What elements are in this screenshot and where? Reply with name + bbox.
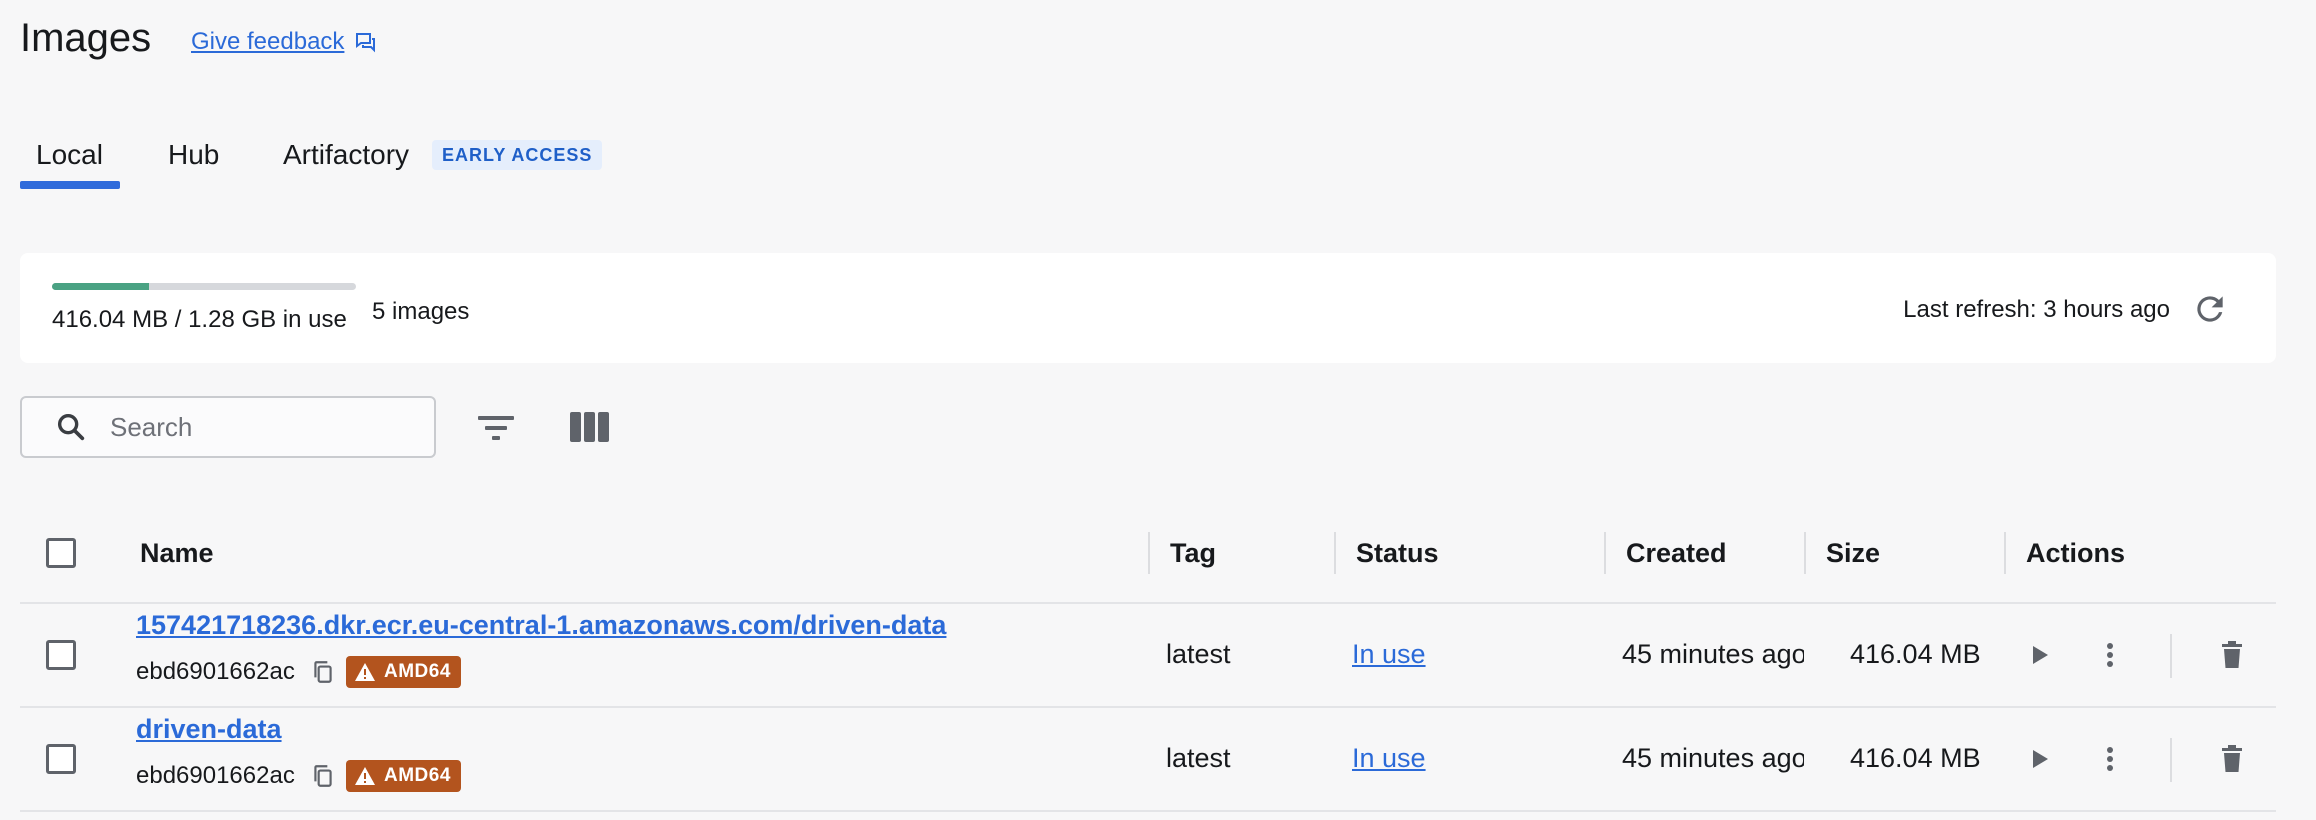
columns-button[interactable] [568, 408, 612, 448]
more-actions-button[interactable] [2090, 739, 2130, 779]
created-cell: 45 minutes ago [1622, 639, 1804, 669]
tag-cell: latest [1166, 639, 1231, 669]
tag-cell: latest [1166, 743, 1231, 773]
status-link[interactable]: In use [1352, 740, 1426, 776]
column-separator[interactable] [2004, 532, 2006, 574]
column-header-tag[interactable]: Tag [1170, 510, 1216, 596]
trash-icon [2222, 745, 2242, 772]
arch-label: AMD64 [384, 661, 451, 682]
row-checkbox[interactable] [46, 744, 76, 774]
warning-icon [355, 663, 375, 681]
image-name-link[interactable]: 157421718236.dkr.ecr.eu-central-1.amazon… [136, 610, 946, 641]
tab-hub[interactable]: Hub [168, 132, 219, 178]
action-separator [2170, 738, 2172, 782]
give-feedback-link[interactable]: Give feedback [191, 28, 378, 56]
arch-label: AMD64 [384, 765, 451, 786]
filter-button[interactable] [472, 408, 520, 448]
disk-usage-bar [52, 283, 356, 290]
more-vert-icon [2107, 747, 2113, 771]
copy-icon[interactable] [310, 658, 336, 686]
size-cell: 416.04 MB [1850, 639, 1981, 669]
column-header-status[interactable]: Status [1356, 510, 1439, 596]
tab-local[interactable]: Local [36, 132, 103, 178]
column-separator[interactable] [1334, 532, 1336, 574]
table-header: Name Tag Status Created Size Actions [0, 510, 2276, 596]
play-icon [2033, 646, 2048, 664]
tab-artifactory[interactable]: Artifactory [283, 132, 409, 178]
disk-usage-text: 416.04 MB / 1.28 GB in use [52, 306, 347, 333]
image-id: ebd6901662ac [136, 762, 295, 789]
trash-icon [2222, 641, 2242, 668]
column-header-created[interactable]: Created [1626, 510, 1727, 596]
chat-bubbles-icon [356, 33, 376, 53]
columns-icon [570, 412, 609, 442]
refresh-icon [2197, 296, 2223, 322]
size-cell: 416.04 MB [1850, 743, 1981, 773]
column-separator[interactable] [1148, 532, 1150, 574]
play-icon [2033, 750, 2048, 768]
table-divider [20, 810, 2276, 812]
action-separator [2170, 634, 2172, 678]
status-link[interactable]: In use [1352, 636, 1426, 672]
column-header-name[interactable]: Name [140, 510, 214, 596]
refresh-button[interactable] [2190, 289, 2230, 329]
active-tab-indicator [20, 181, 120, 189]
more-actions-button[interactable] [2090, 635, 2130, 675]
page-title: Images [20, 16, 152, 60]
early-access-badge: EARLY ACCESS [432, 140, 603, 170]
image-name-link[interactable]: driven-data [136, 714, 282, 745]
image-id: ebd6901662ac [136, 658, 295, 685]
arch-badge: AMD64 [346, 760, 461, 792]
disk-usage-bar-fill [52, 283, 149, 290]
search-input[interactable] [108, 410, 412, 444]
column-separator[interactable] [1804, 532, 1806, 574]
disk-usage-card: 416.04 MB / 1.28 GB in use 5 images Last… [20, 253, 2276, 363]
search-icon [57, 413, 85, 441]
give-feedback-label: Give feedback [191, 28, 345, 55]
column-separator[interactable] [1604, 532, 1606, 574]
run-button[interactable] [2020, 739, 2060, 779]
images-count: 5 images [372, 298, 470, 325]
search-box[interactable] [20, 396, 436, 458]
column-header-size[interactable]: Size [1826, 510, 1880, 596]
delete-button[interactable] [2212, 739, 2252, 779]
filter-icon [478, 416, 514, 440]
last-refresh-text: Last refresh: 3 hours ago [1903, 296, 2170, 323]
column-header-actions: Actions [2026, 538, 2126, 568]
delete-button[interactable] [2212, 635, 2252, 675]
table-row: driven-data ebd6901662ac AMD64 latest In… [0, 708, 2276, 810]
warning-icon [355, 767, 375, 785]
table-row: 157421718236.dkr.ecr.eu-central-1.amazon… [0, 604, 2276, 706]
select-all-checkbox[interactable] [46, 538, 76, 568]
run-button[interactable] [2020, 635, 2060, 675]
row-checkbox[interactable] [46, 640, 76, 670]
more-vert-icon [2107, 643, 2113, 667]
copy-icon[interactable] [310, 762, 336, 790]
arch-badge: AMD64 [346, 656, 461, 688]
created-cell: 45 minutes ago [1622, 743, 1804, 773]
